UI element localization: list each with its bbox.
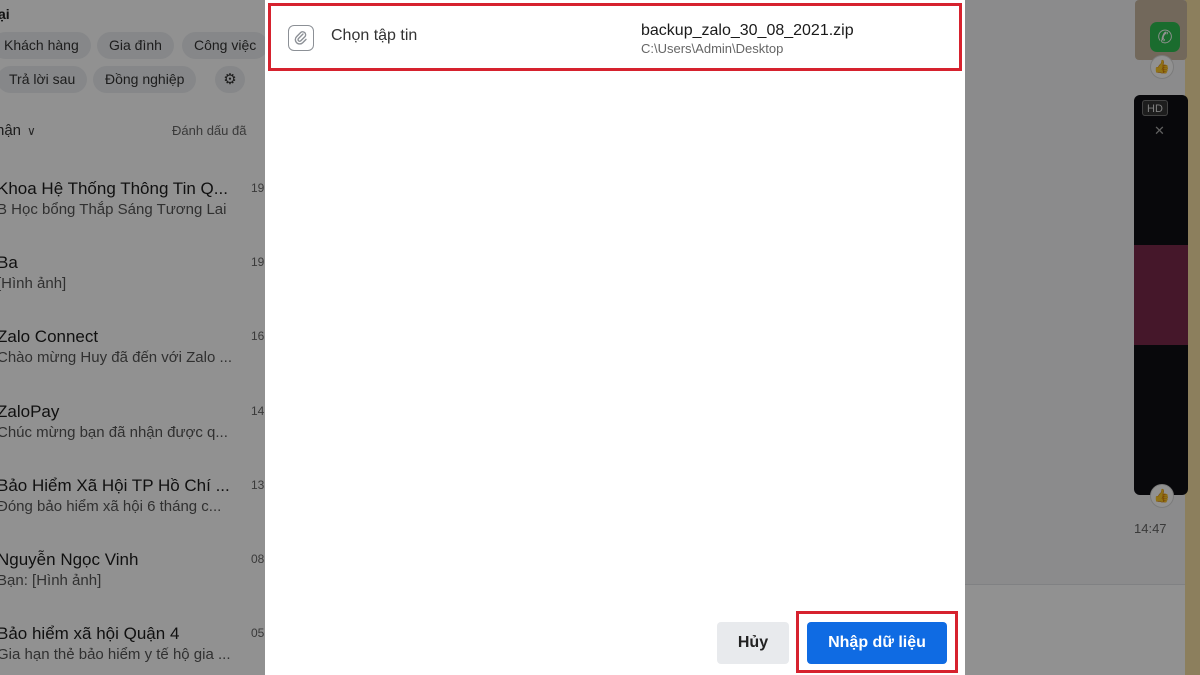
paperclip-icon: [288, 25, 314, 51]
import-button-highlight: Nhập dữ liệu: [796, 611, 958, 673]
import-data-button[interactable]: Nhập dữ liệu: [807, 622, 947, 664]
selected-file-name: backup_zalo_30_08_2021.zip: [641, 22, 854, 39]
import-data-dialog: [265, 0, 965, 675]
choose-file-label: Chọn tập tin: [331, 27, 418, 44]
cancel-button[interactable]: Hủy: [717, 622, 789, 664]
selected-file-path: C:\Users\Admin\Desktop: [641, 41, 784, 56]
choose-file-row[interactable]: Chọn tập tin backup_zalo_30_08_2021.zip …: [268, 3, 962, 71]
